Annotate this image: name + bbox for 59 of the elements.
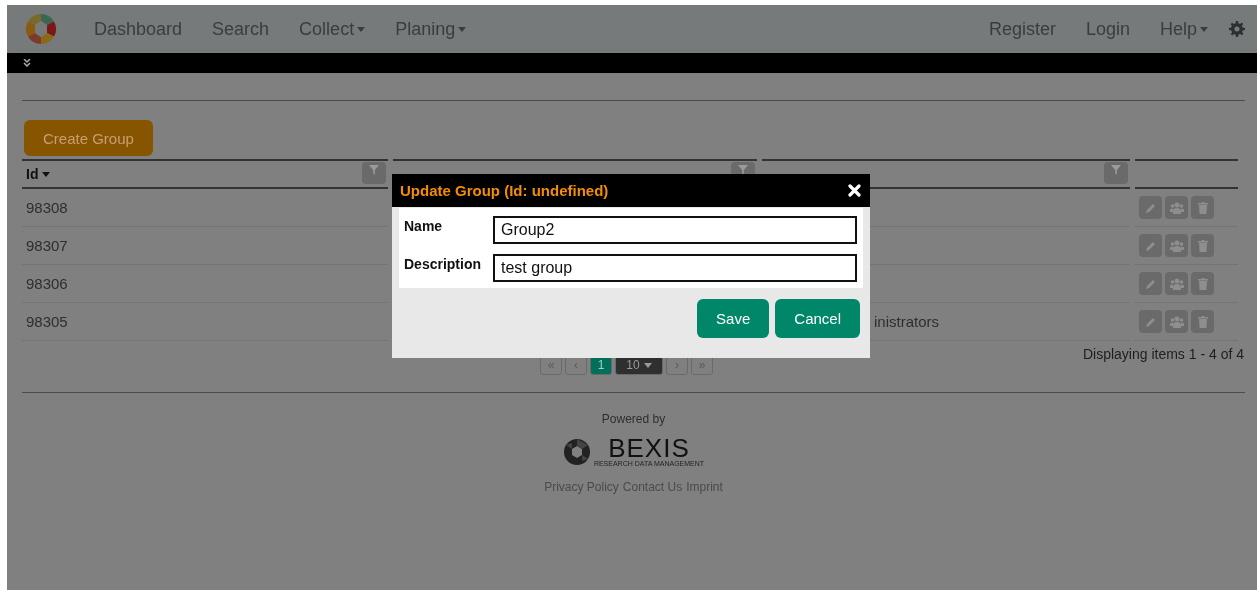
dialog-title: Update Group (Id: undefined) <box>400 182 609 199</box>
logo-wordmark: BEXIS <box>608 436 690 460</box>
pencil-icon <box>1144 201 1157 214</box>
items-summary: Displaying items 1 - 4 of 4 <box>1082 346 1244 362</box>
users-icon <box>1169 239 1184 252</box>
trash-icon <box>1197 239 1208 252</box>
nav-link[interactable]: Collect <box>284 18 381 40</box>
cancel-button[interactable]: Cancel <box>775 299 860 338</box>
users-icon <box>1169 277 1184 290</box>
delete-button[interactable] <box>1191 234 1214 257</box>
table-cell: 98306 <box>22 265 388 303</box>
members-button[interactable] <box>1165 272 1188 295</box>
table-cell: 98307 <box>22 227 388 265</box>
table-cell: 98308 <box>22 189 388 227</box>
pencil-icon <box>1144 315 1157 328</box>
users-icon <box>1169 201 1184 214</box>
delete-button[interactable] <box>1191 196 1214 219</box>
trash-icon <box>1197 201 1208 214</box>
members-button[interactable] <box>1165 310 1188 333</box>
nav-link[interactable]: Login <box>1070 18 1145 40</box>
edit-button[interactable] <box>1139 272 1162 295</box>
users-icon <box>1169 315 1184 328</box>
caret-icon <box>643 362 652 368</box>
edit-button[interactable] <box>1139 196 1162 219</box>
edit-button[interactable] <box>1139 310 1162 333</box>
nav-link[interactable]: Register <box>973 18 1071 40</box>
app-logo-icon[interactable] <box>25 13 57 45</box>
nav-link[interactable]: Search <box>197 18 285 40</box>
trash-icon <box>1197 277 1208 290</box>
create-group-button[interactable]: Create Group <box>24 120 153 156</box>
nav-link[interactable]: Help <box>1144 18 1223 40</box>
pencil-icon <box>1144 239 1157 252</box>
caret-icon <box>458 26 467 32</box>
close-icon[interactable] <box>848 184 861 197</box>
column-label[interactable]: Id <box>26 166 51 182</box>
trash-icon <box>1197 315 1208 328</box>
nav-link[interactable]: Dashboard <box>79 18 198 40</box>
filter-icon <box>369 165 379 175</box>
caret-icon <box>1200 26 1208 32</box>
caret-icon <box>357 26 366 32</box>
settings-icon[interactable] <box>1229 21 1245 37</box>
powered-by-label: Powered by <box>601 412 666 426</box>
double-chevron-icon[interactable] <box>23 59 31 67</box>
delete-button[interactable] <box>1191 272 1214 295</box>
bexis-logo-icon <box>562 438 591 466</box>
pencil-icon <box>1144 277 1157 290</box>
text-field[interactable]: test group <box>493 254 857 282</box>
save-button[interactable]: Save <box>697 299 770 338</box>
caret-icon <box>42 171 51 177</box>
edit-button[interactable] <box>1139 234 1162 257</box>
text-field[interactable]: Group2 <box>493 216 857 244</box>
field-label: Name <box>404 217 444 234</box>
nav-link[interactable]: Planing <box>380 18 482 40</box>
field-label: Description <box>404 255 482 272</box>
delete-button[interactable] <box>1191 310 1214 333</box>
members-button[interactable] <box>1165 196 1188 219</box>
table-cell: 98305 <box>22 303 388 341</box>
filter-icon <box>1111 165 1121 175</box>
members-button[interactable] <box>1165 234 1188 257</box>
